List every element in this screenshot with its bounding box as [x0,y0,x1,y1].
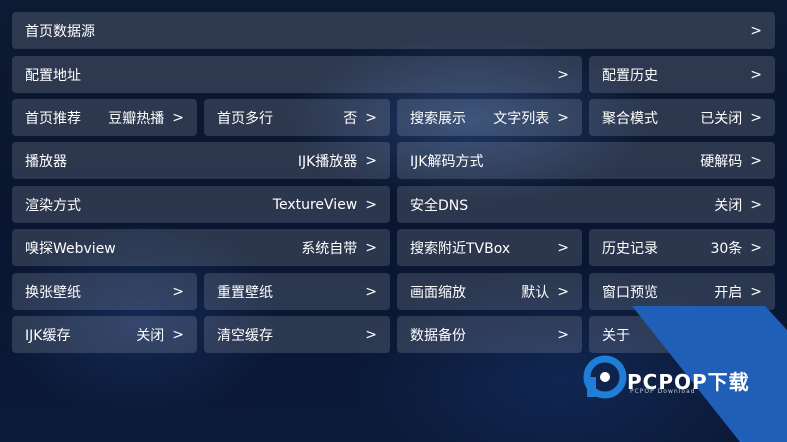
setting-label: 嗅探Webview [25,240,116,257]
chevron-right-icon: > [172,326,184,343]
render-mode-setting[interactable]: 渲染方式 TextureView > [12,186,390,223]
chevron-right-icon: > [365,152,377,169]
chevron-right-icon: > [750,196,762,213]
config-history-setting[interactable]: 配置历史 > [589,56,775,93]
safe-dns-setting[interactable]: 安全DNS 关闭 > [397,186,775,223]
aggregate-mode-setting[interactable]: 聚合模式 已关闭 > [589,99,775,136]
chevron-right-icon: > [172,109,184,126]
clear-cache-setting[interactable]: 清空缓存 > [204,316,390,353]
sniff-webview-setting[interactable]: 嗅探Webview 系统自带 > [12,229,390,266]
setting-label: 换张壁纸 [25,284,81,301]
setting-value: 否 [343,110,358,127]
setting-label: 聚合模式 [602,110,658,127]
setting-label: 渲染方式 [25,197,81,214]
setting-label: 关于 [602,327,630,344]
setting-value: 豆瓣热播 [108,110,165,127]
settings-row-7: 换张壁纸 > 重置壁纸 > 画面缩放 默认 > 窗口预览 开启 > [12,273,775,310]
setting-label: 播放器 [25,153,67,170]
home-source-setting[interactable]: 首页数据源 > [12,12,775,49]
change-wallpaper-setting[interactable]: 换张壁纸 > [12,273,197,310]
settings-row-2: 配置地址 > 配置历史 > [12,56,775,93]
setting-value: 硬解码 [700,153,743,170]
watermark-subtitle: PCPOP Download [630,388,696,395]
setting-label: 画面缩放 [410,284,466,301]
reset-wallpaper-setting[interactable]: 重置壁纸 > [204,273,390,310]
setting-label: 清空缓存 [217,327,273,344]
setting-value: TextureView [272,196,358,213]
setting-value: 文字列表 [493,110,550,127]
setting-label: 重置壁纸 [217,284,273,301]
setting-label: 安全DNS [410,197,469,214]
chevron-right-icon: > [365,239,377,256]
setting-value: 系统自带 [301,240,358,257]
setting-label: 首页推荐 [25,110,81,127]
setting-label: 搜索附近TVBox [410,240,511,257]
ijk-cache-setting[interactable]: IJK缓存 关闭 > [12,316,197,353]
setting-label: 数据备份 [410,327,466,344]
chevron-right-icon: > [557,109,569,126]
screen-scale-setting[interactable]: 画面缩放 默认 > [397,273,582,310]
settings-row-3: 首页推荐 豆瓣热播 > 首页多行 否 > 搜索展示 文字列表 > 聚合模式 已关… [12,99,775,136]
chevron-right-icon: > [750,22,762,39]
setting-label: 窗口预览 [602,284,658,301]
setting-value: 30条 [710,240,743,257]
chevron-right-icon: > [365,326,377,343]
player-setting[interactable]: 播放器 IJK播放器 > [12,142,390,179]
chevron-right-icon: > [557,239,569,256]
setting-label: 历史记录 [602,240,658,257]
search-nearby-tvbox-setting[interactable]: 搜索附近TVBox > [397,229,582,266]
config-address-setting[interactable]: 配置地址 > [12,56,582,93]
chevron-right-icon: > [750,283,762,300]
chevron-right-icon: > [557,66,569,83]
setting-label: IJK解码方式 [410,153,484,170]
ijk-decode-setting[interactable]: IJK解码方式 硬解码 > [397,142,775,179]
chevron-right-icon: > [365,196,377,213]
settings-row-5: 渲染方式 TextureView > 安全DNS 关闭 > [12,186,775,223]
pcpop-logo-icon [583,355,627,399]
setting-value: 关闭 [714,197,743,214]
chevron-right-icon: > [365,109,377,126]
setting-value: IJK播放器 [297,153,358,170]
setting-label: 首页多行 [217,110,273,127]
setting-value: 默认 [521,284,550,301]
setting-label: 搜索展示 [410,110,466,127]
chevron-right-icon: > [557,283,569,300]
settings-row-1: 首页数据源 > [12,12,775,49]
chevron-right-icon: > [557,326,569,343]
chevron-right-icon: > [750,109,762,126]
window-preview-setting[interactable]: 窗口预览 开启 > [589,273,775,310]
chevron-right-icon: > [750,152,762,169]
home-recommend-setting[interactable]: 首页推荐 豆瓣热播 > [12,99,197,136]
history-records-setting[interactable]: 历史记录 30条 > [589,229,775,266]
setting-value: 已关闭 [700,110,743,127]
setting-label: 配置地址 [25,67,81,84]
chevron-right-icon: > [172,283,184,300]
about-setting[interactable]: 关于 [589,316,775,353]
chevron-right-icon: > [750,239,762,256]
chevron-right-icon: > [365,283,377,300]
setting-value: 开启 [714,284,743,301]
settings-row-8: IJK缓存 关闭 > 清空缓存 > 数据备份 > 关于 [12,316,775,353]
data-backup-setting[interactable]: 数据备份 > [397,316,582,353]
search-display-setting[interactable]: 搜索展示 文字列表 > [397,99,582,136]
setting-value: 关闭 [136,327,165,344]
settings-row-4: 播放器 IJK播放器 > IJK解码方式 硬解码 > [12,142,775,179]
setting-label: 配置历史 [602,67,658,84]
setting-label: IJK缓存 [25,327,71,344]
settings-row-6: 嗅探Webview 系统自带 > 搜索附近TVBox > 历史记录 30条 > [12,229,775,266]
home-multiline-setting[interactable]: 首页多行 否 > [204,99,390,136]
chevron-right-icon: > [750,66,762,83]
setting-label: 首页数据源 [25,23,95,40]
